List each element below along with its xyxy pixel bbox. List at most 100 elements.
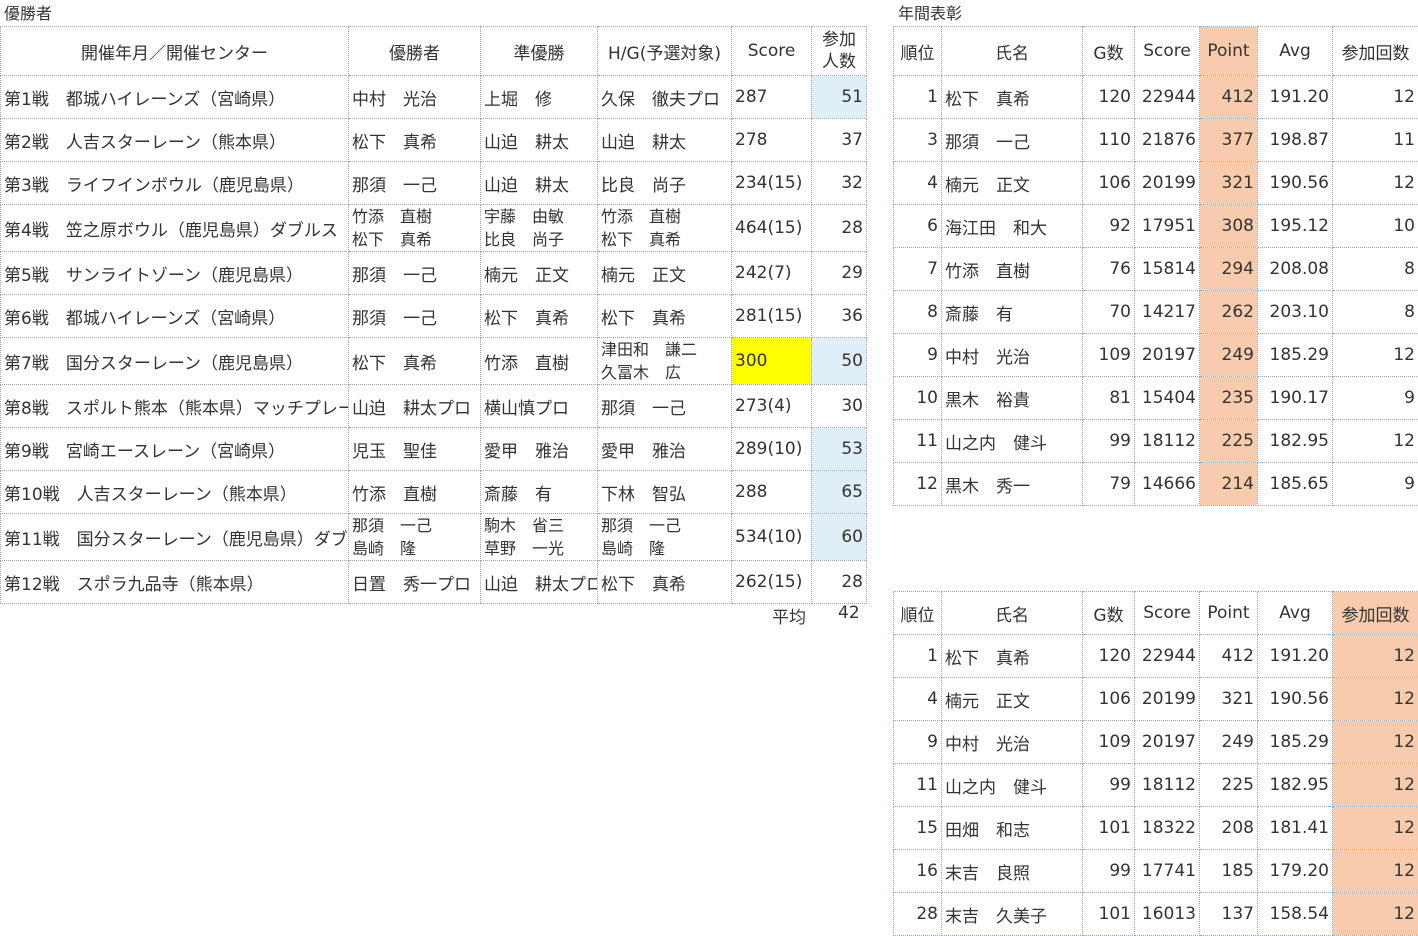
- games-cell: 110: [1082, 118, 1135, 162]
- participants-cell: 32: [811, 161, 867, 205]
- avg-cell: 182.95: [1257, 763, 1333, 807]
- rank-cell: 11: [893, 763, 942, 807]
- high-game-cell-line: 島崎 隆: [601, 539, 666, 558]
- games-cell: 79: [1082, 462, 1135, 506]
- point-cell: 294: [1199, 247, 1258, 291]
- high-game-cell: 津田和 謙二 久冨木 広: [597, 337, 732, 385]
- score-cell: 281(15): [731, 294, 812, 338]
- name-cell: 黒木 秀一: [941, 462, 1083, 506]
- table-row: 9 中村 光治 109 20197 249 185.29 12: [893, 720, 1418, 764]
- header-score: Score: [1134, 591, 1200, 635]
- name-cell: 松下 真希: [941, 75, 1083, 119]
- header-avg: Avg: [1257, 591, 1333, 635]
- point-cell: 412: [1199, 634, 1258, 678]
- rank-cell: 3: [893, 118, 942, 162]
- games-cell: 106: [1082, 161, 1135, 205]
- high-game-cell-line: 松下 真希: [601, 230, 682, 249]
- winner-cell: 那須 一己 島崎 隆: [348, 513, 481, 561]
- point-cell: 214: [1199, 462, 1258, 506]
- event-cell: 第2戦 人吉スターレーン（熊本県）: [0, 118, 349, 162]
- header-score: Score: [731, 26, 812, 76]
- avg-cell: 179.20: [1257, 849, 1333, 893]
- winner-cell: 日置 秀一プロ: [348, 560, 481, 604]
- point-cell: 308: [1199, 204, 1258, 248]
- avg-cell: 195.12: [1257, 204, 1333, 248]
- point-cell: 262: [1199, 290, 1258, 334]
- winner-cell-line: 松下 真希: [352, 353, 437, 374]
- score-cell: 242(7): [731, 251, 812, 295]
- high-game-cell: 那須 一己: [597, 384, 732, 428]
- high-game-cell-line: 楠元 正文: [601, 265, 686, 286]
- runner-up-cell-line: 上堀 修: [484, 89, 552, 110]
- runner-up-cell-line: 駒木 省三: [484, 516, 565, 535]
- games-cell: 109: [1082, 333, 1135, 377]
- runner-up-cell-line: 山迫 耕太プロ: [484, 574, 598, 595]
- table-row: 第7戦 国分スターレーン（鹿児島県） 松下 真希 竹添 直樹 津田和 謙二 久冨木 広3…: [0, 337, 867, 385]
- score-cell: 21876: [1134, 118, 1200, 162]
- annual-ranking-body: 1 松下 真希 120 22944 412 191.20 12 3 那須 一己 110 21876 3…: [893, 75, 1418, 506]
- annual-award-title: 年間表彰: [898, 4, 963, 23]
- point-cell: 249: [1199, 333, 1258, 377]
- games-cell: 99: [1082, 763, 1135, 807]
- header-name: 氏名: [941, 591, 1083, 635]
- attendance-cell: 10: [1332, 204, 1418, 248]
- rank-cell: 1: [893, 634, 942, 678]
- header-games: G数: [1082, 591, 1135, 635]
- name-cell: 楠元 正文: [941, 161, 1083, 205]
- runner-up-cell-line: 竹添 直樹: [484, 353, 569, 374]
- score-cell: 20199: [1134, 161, 1200, 205]
- high-game-cell-line: 松下 真希: [601, 574, 686, 595]
- event-cell: 第5戦 サンライトゾーン（鹿児島県）: [0, 251, 349, 295]
- winner-cell: 那須 一己: [348, 161, 481, 205]
- name-cell: 山之内 健斗: [941, 419, 1083, 463]
- participants-cell: 60: [811, 513, 867, 561]
- event-cell: 第8戦 スポルト熊本（熊本県）マッチプレー: [0, 384, 349, 428]
- table-row: 11 山之内 健斗 99 18112 225 182.95 12: [893, 763, 1418, 807]
- high-game-cell-line: 久冨木 広: [601, 363, 682, 382]
- winners-table-body: 第1戦 都城ハイレーンズ（宮崎県） 中村 光治 上堀 修久保 徹夫プロ 287 51 第2…: [0, 75, 867, 604]
- winner-cell-line: 山迫 耕太プロ: [352, 398, 471, 419]
- attendance-cell: 8: [1332, 290, 1418, 334]
- avg-cell: 208.08: [1257, 247, 1333, 291]
- games-cell: 99: [1082, 849, 1135, 893]
- name-cell: 松下 真希: [941, 634, 1083, 678]
- winners-section-title: 優勝者: [4, 4, 53, 23]
- score-cell: 18322: [1134, 806, 1200, 850]
- header-point: Point: [1199, 26, 1258, 76]
- winner-cell: 児玉 聖佳: [348, 427, 481, 471]
- attendance-cell: 12: [1332, 677, 1418, 721]
- games-cell: 99: [1082, 419, 1135, 463]
- point-cell: 225: [1199, 763, 1258, 807]
- winner-cell-line: 那須 一己: [352, 516, 433, 535]
- winner-cell-line: 那須 一己: [352, 175, 437, 196]
- score-cell: 534(10): [731, 513, 812, 561]
- attendance-cell: 12: [1332, 720, 1418, 764]
- point-cell: 225: [1199, 419, 1258, 463]
- score-cell: 22944: [1134, 634, 1200, 678]
- table-row: 9 中村 光治 109 20197 249 185.29 12: [893, 333, 1418, 377]
- score-cell: 17951: [1134, 204, 1200, 248]
- high-game-cell-line: 津田和 謙二: [601, 340, 698, 359]
- header-avg: Avg: [1257, 26, 1333, 76]
- high-game-cell-line: 那須 一己: [601, 516, 682, 535]
- score-cell: 20197: [1134, 333, 1200, 377]
- avg-cell: 190.17: [1257, 376, 1333, 420]
- rank-cell: 7: [893, 247, 942, 291]
- runner-up-cell-line: 草野 一光: [484, 539, 565, 558]
- runner-up-cell-line: 山迫 耕太: [484, 175, 569, 196]
- games-cell: 101: [1082, 892, 1135, 936]
- winner-cell-line: 児玉 聖佳: [352, 441, 437, 462]
- point-cell: 321: [1199, 161, 1258, 205]
- score-cell: 234(15): [731, 161, 812, 205]
- winner-cell-line: 松下 真希: [352, 132, 437, 153]
- table-row: 11 山之内 健斗 99 18112 225 182.95 12: [893, 419, 1418, 463]
- score-cell: 15814: [1134, 247, 1200, 291]
- high-game-cell-line: 比良 尚子: [601, 175, 686, 196]
- attendance-cell: 12: [1332, 763, 1418, 807]
- runner-up-cell: 松下 真希: [480, 294, 598, 338]
- name-cell: 中村 光治: [941, 333, 1083, 377]
- rank-cell: 8: [893, 290, 942, 334]
- high-game-cell: 愛甲 雅治: [597, 427, 732, 471]
- winner-cell-line: 日置 秀一プロ: [352, 574, 471, 595]
- score-cell: 289(10): [731, 427, 812, 471]
